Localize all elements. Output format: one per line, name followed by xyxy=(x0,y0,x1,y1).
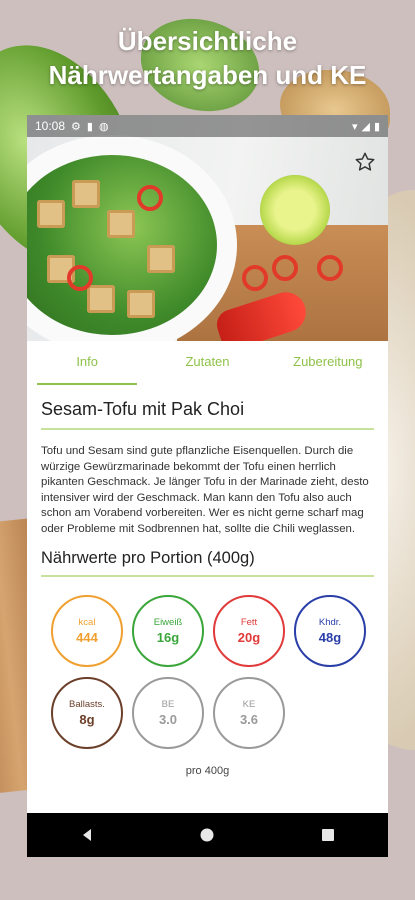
favorite-star-icon[interactable] xyxy=(354,151,376,173)
nutrition-circle-6[interactable]: KE 3.6 xyxy=(213,677,285,749)
chili-slice xyxy=(272,255,298,281)
signal-icon: ◢ xyxy=(361,120,370,133)
tofu-cube xyxy=(127,290,155,318)
nutrition-label: Fett xyxy=(240,617,258,628)
recipe-title: Sesam-Tofu mit Pak Choi xyxy=(41,399,374,430)
lime-image xyxy=(260,175,330,245)
chili-slice xyxy=(137,185,163,211)
home-button[interactable] xyxy=(192,820,222,850)
chili-slice xyxy=(317,255,343,281)
nutrition-circle-5[interactable]: BE 3.0 xyxy=(132,677,204,749)
chili-slice xyxy=(242,265,268,291)
tofu-cube xyxy=(107,210,135,238)
nutrition-value: 444 xyxy=(76,630,98,645)
nutrition-value: 3.0 xyxy=(158,712,178,727)
nutrition-heading: Nährwerte pro Portion (400g) xyxy=(41,549,374,577)
nutrition-circle-1[interactable]: Eiweiß 16g xyxy=(132,595,204,667)
status-bar: 10:08 ⚙ ▮ ◍ ▾ ◢ ▮ xyxy=(27,115,388,137)
status-time: 10:08 xyxy=(35,119,66,133)
wifi-icon: ▾ xyxy=(351,120,358,133)
back-button[interactable] xyxy=(72,820,102,850)
tofu-cube xyxy=(72,180,100,208)
tofu-cube xyxy=(147,245,175,273)
nutrition-value: 48g xyxy=(318,630,342,645)
nutrition-label: Eiweiß xyxy=(153,617,183,628)
sd-card-icon: ▮ xyxy=(86,120,93,133)
phone-screen: 10:08 ⚙ ▮ ◍ ▾ ◢ ▮ Info Zutaten Zubereitu… xyxy=(27,115,388,857)
nutrition-circles: kcal 444 Eiweiß 16g Fett 20g Khdr. 48g Ballasts.… xyxy=(51,595,388,749)
nutrition-label: Ballasts. xyxy=(69,699,105,710)
notification-icon: ◍ xyxy=(98,120,109,133)
nutrition-circle-0[interactable]: kcal 444 xyxy=(51,595,123,667)
promo-headline-line2: Nährwertangaben und KE xyxy=(48,60,367,90)
nutrition-circle-3[interactable]: Khdr. 48g xyxy=(294,595,366,667)
recents-square-icon xyxy=(321,829,334,841)
promo-headline-line1: Übersichtliche xyxy=(117,26,298,56)
nutrition-label: KE xyxy=(242,699,256,710)
nutrition-circle-4[interactable]: Ballasts. 8g xyxy=(51,677,123,749)
nutrition-value: 8g xyxy=(79,712,95,727)
tofu-cube xyxy=(87,285,115,313)
tab-zubereitung[interactable]: Zubereitung xyxy=(268,341,388,385)
back-triangle-icon xyxy=(83,829,92,841)
tab-zutaten[interactable]: Zutaten xyxy=(147,341,267,385)
battery-icon: ▮ xyxy=(373,120,380,133)
nutrition-value: 20g xyxy=(237,630,261,645)
recipe-photo xyxy=(27,115,388,341)
nutrition-label: Khdr. xyxy=(318,617,342,628)
chili-slice xyxy=(67,265,93,291)
info-content: Sesam-Tofu mit Pak Choi Tofu und Sesam s… xyxy=(27,385,388,777)
home-circle-icon xyxy=(200,828,214,842)
nutrition-label: BE xyxy=(161,699,175,710)
android-nav-bar xyxy=(27,813,388,857)
nutrition-value: 3.6 xyxy=(239,712,259,727)
recents-button[interactable] xyxy=(313,820,343,850)
tofu-cube xyxy=(37,200,65,228)
promo-headline: Übersichtliche Nährwertangaben und KE xyxy=(0,24,415,92)
nutrition-value: 16g xyxy=(156,630,180,645)
per-portion-label: pro 400g xyxy=(185,765,230,777)
tab-info[interactable]: Info xyxy=(27,341,147,385)
recipe-description: Tofu und Sesam sind gute pflanzliche Eis… xyxy=(41,445,369,535)
settings-gear-icon: ⚙ xyxy=(71,120,81,133)
nutrition-circle-2[interactable]: Fett 20g xyxy=(213,595,285,667)
nutrition-label: kcal xyxy=(78,617,96,628)
tab-bar: Info Zutaten Zubereitung xyxy=(27,341,388,385)
